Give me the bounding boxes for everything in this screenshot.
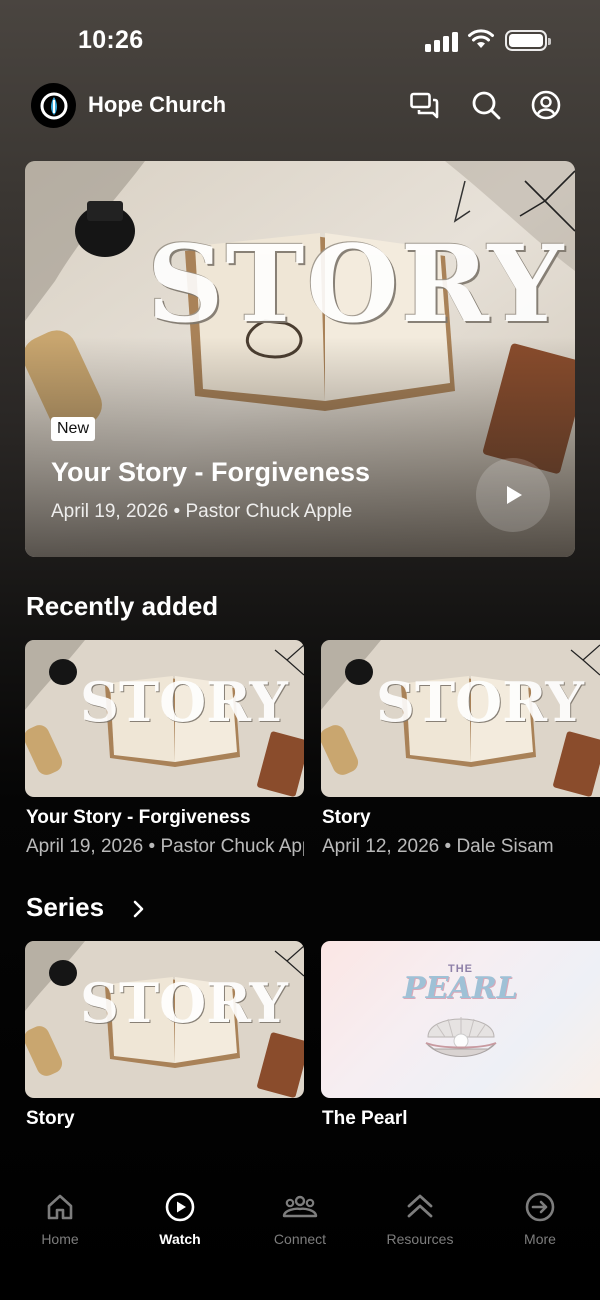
- hero-title: Your Story - Forgiveness: [51, 457, 371, 487]
- status-time: 10:26: [78, 26, 144, 54]
- recently-added-heading: Recently added: [26, 591, 219, 621]
- play-circle-icon: [165, 1192, 195, 1222]
- tab-resources-label: Resources: [386, 1231, 454, 1247]
- app-screen: 10:26 Hope Church STORY New Your Story -…: [0, 0, 600, 1300]
- org-name: Hope Church: [88, 92, 227, 117]
- tab-home[interactable]: Home: [0, 1192, 120, 1247]
- featured-sermon-card[interactable]: STORY New Your Story - Forgiveness April…: [25, 161, 575, 557]
- series-item-2-thumbnail[interactable]: THE PEARL: [321, 941, 600, 1098]
- account-icon[interactable]: [530, 89, 562, 121]
- recent-item-1-artwork-title: STORY: [80, 670, 288, 734]
- recent-item-1-subtitle: April 19, 2026 • Pastor Chuck Apple: [26, 836, 304, 857]
- tab-more[interactable]: More: [480, 1192, 600, 1247]
- wifi-icon: [468, 29, 494, 48]
- double-chevron-up-icon: [407, 1194, 433, 1218]
- play-icon: [507, 486, 522, 504]
- play-button[interactable]: [476, 458, 550, 532]
- hero-subtitle: April 19, 2026 • Pastor Chuck Apple: [51, 501, 353, 522]
- tab-home-label: Home: [41, 1231, 79, 1247]
- oyster-shell-icon: [425, 1017, 497, 1057]
- recent-item-2-thumbnail[interactable]: STORY: [321, 640, 600, 797]
- status-bar: 10:26: [0, 0, 600, 80]
- pearl-artwork-title: PEARL: [403, 971, 518, 1006]
- recent-item-2-title[interactable]: Story: [322, 807, 600, 829]
- tab-connect-label: Connect: [273, 1231, 327, 1247]
- series-heading[interactable]: Series: [26, 892, 104, 923]
- chat-icon[interactable]: [409, 89, 441, 121]
- recent-item-1-thumbnail[interactable]: STORY: [25, 640, 304, 797]
- church-logo-icon: [40, 92, 67, 119]
- search-icon[interactable]: [470, 89, 502, 121]
- tab-watch[interactable]: Watch: [120, 1192, 240, 1247]
- cellular-signal-icon: [425, 30, 459, 52]
- home-icon: [47, 1194, 73, 1220]
- tab-connect[interactable]: Connect: [240, 1192, 360, 1247]
- series-item-1-artwork-title: STORY: [80, 971, 288, 1035]
- battery-icon: [505, 30, 551, 51]
- series-item-1-title[interactable]: Story: [26, 1108, 302, 1130]
- tab-resources[interactable]: Resources: [360, 1192, 480, 1247]
- people-icon: [282, 1195, 318, 1218]
- series-item-2-title[interactable]: The Pearl: [322, 1108, 600, 1130]
- recent-item-2-artwork-title: STORY: [376, 670, 584, 734]
- series-item-1-thumbnail[interactable]: STORY: [25, 941, 304, 1098]
- arrow-circle-right-icon: [525, 1192, 555, 1222]
- recent-item-2-subtitle: April 12, 2026 • Dale Sisam: [322, 836, 554, 857]
- tab-more-label: More: [524, 1231, 556, 1247]
- tab-watch-label: Watch: [159, 1231, 201, 1247]
- recent-item-1-title[interactable]: Your Story - Forgiveness: [26, 807, 302, 829]
- bottom-tab-bar: Home Watch Connect Resources More: [0, 1170, 600, 1300]
- chevron-right-icon[interactable]: [131, 899, 147, 919]
- hero-artwork-title: STORY: [147, 221, 566, 346]
- new-badge: New: [51, 417, 96, 441]
- church-logo[interactable]: [31, 83, 76, 128]
